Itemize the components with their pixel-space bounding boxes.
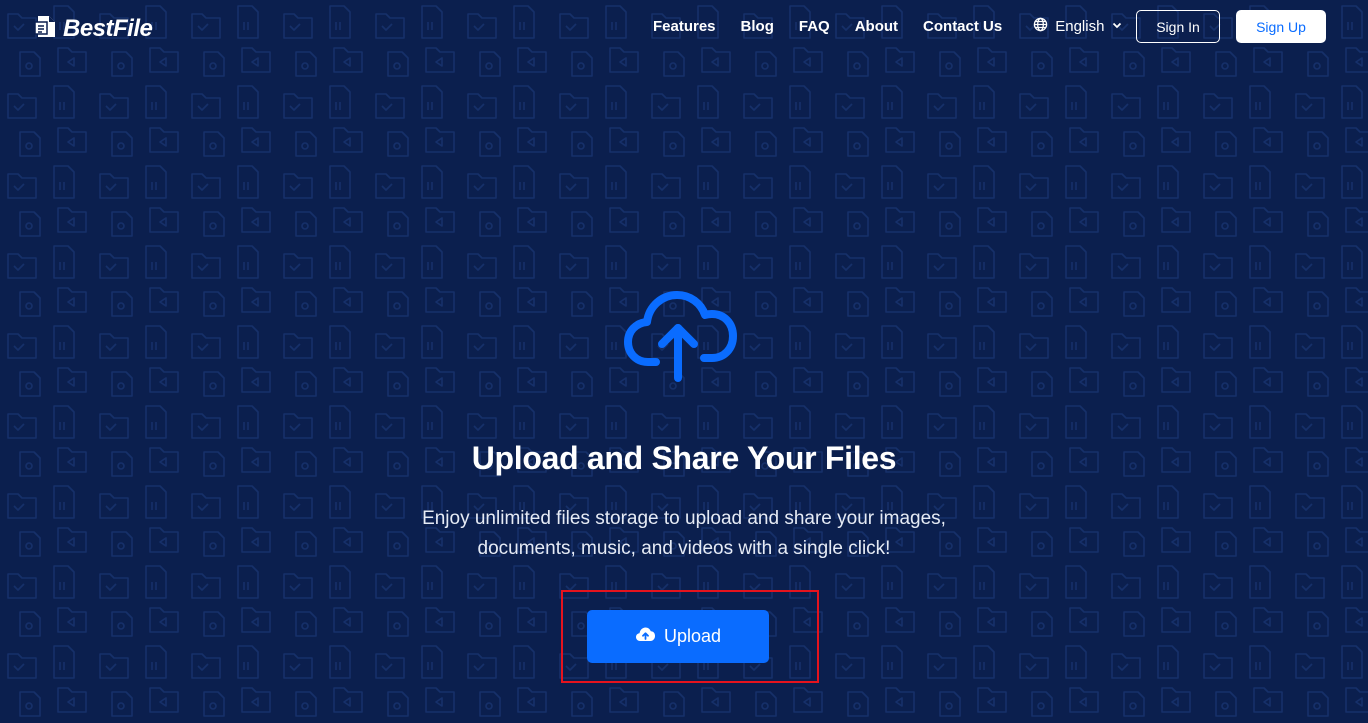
top-navigation-bar: BestFile Features Blog FAQ About Contact… <box>0 0 1368 52</box>
sign-in-button[interactable]: Sign In <box>1136 10 1220 43</box>
nav-link-faq[interactable]: FAQ <box>799 18 830 35</box>
upload-button[interactable]: Upload <box>587 610 769 663</box>
chevron-down-icon <box>1111 18 1123 35</box>
globe-icon <box>1033 17 1048 36</box>
nav-link-contact-us[interactable]: Contact Us <box>923 18 1002 35</box>
hero-section: Upload and Share Your Files Enjoy unlimi… <box>0 0 1368 723</box>
upload-button-label: Upload <box>663 626 722 646</box>
page-subtitle: Enjoy unlimited files storage to upload … <box>422 508 946 559</box>
cloud-upload-icon <box>622 290 738 384</box>
sign-up-button[interactable]: Sign Up <box>1236 10 1326 43</box>
nav-link-about[interactable]: About <box>855 18 898 35</box>
brand-name: BestFile <box>63 14 153 42</box>
main-nav: Features Blog FAQ About Contact Us Engli… <box>653 17 1123 36</box>
brand-logo[interactable]: BestFile <box>33 13 153 44</box>
cloud-upload-small-icon <box>635 626 656 647</box>
page-title: Upload and Share Your Files <box>471 440 897 476</box>
language-selector[interactable]: English <box>1033 17 1123 36</box>
language-label: English <box>1055 18 1105 35</box>
file-logo-icon <box>33 13 59 44</box>
nav-link-blog[interactable]: Blog <box>741 18 774 35</box>
nav-link-features[interactable]: Features <box>653 18 716 35</box>
